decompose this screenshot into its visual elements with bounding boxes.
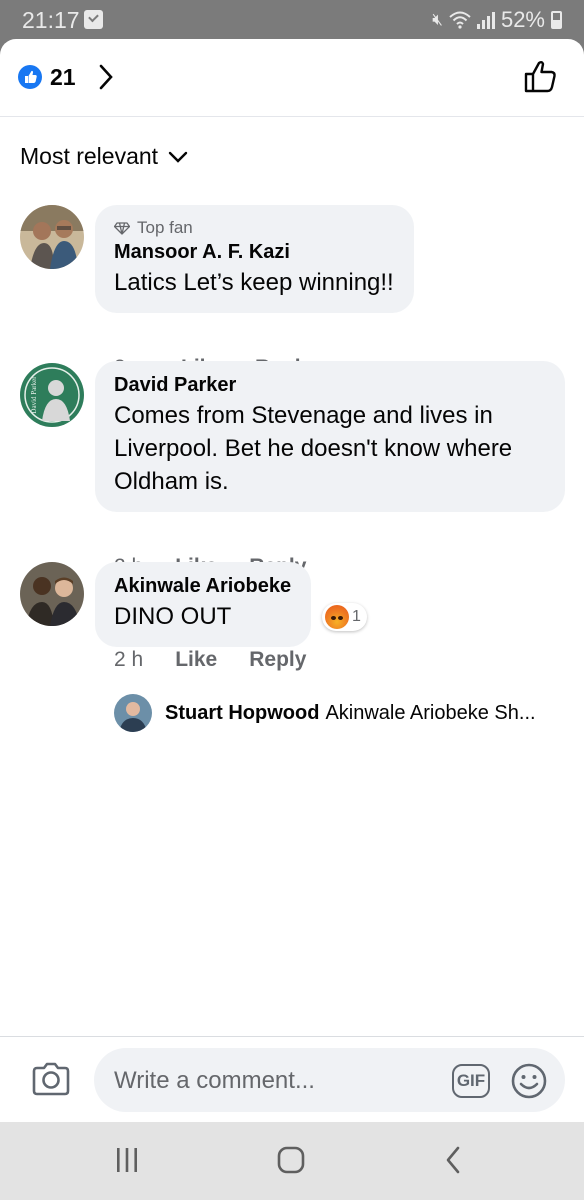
avatar[interactable] bbox=[20, 562, 84, 626]
recent-apps-icon[interactable] bbox=[114, 1145, 140, 1175]
top-fan-badge: Top fan bbox=[114, 218, 394, 238]
comment-actions: 2 h Like Reply bbox=[114, 648, 306, 672]
like-badge-icon[interactable] bbox=[18, 65, 42, 89]
reply-button[interactable]: Reply bbox=[249, 648, 306, 672]
reaction-count: 1 bbox=[352, 608, 361, 625]
sort-label: Most relevant bbox=[20, 143, 159, 169]
battery-percent: 52% bbox=[500, 7, 545, 32]
chevron-down-icon bbox=[168, 151, 188, 163]
comment-text-line: Liverpool. Bet he doesn't know where bbox=[114, 435, 513, 462]
comment-author[interactable]: David Parker bbox=[114, 374, 545, 397]
comment-text: DINO OUT bbox=[114, 603, 232, 630]
comment-author[interactable]: Mansoor A. F. Kazi bbox=[114, 241, 394, 264]
emoji-icon[interactable] bbox=[510, 1062, 548, 1100]
status-bar: 21:17 🔇︎ 52% bbox=[0, 0, 584, 40]
avatar[interactable]: David Parker bbox=[20, 363, 84, 427]
comment-text-line: Comes from Stevenage and lives in bbox=[114, 402, 493, 429]
diamond-icon bbox=[114, 221, 130, 235]
sheet-header: 21 bbox=[0, 39, 584, 117]
avatar-text: David Parker bbox=[30, 376, 38, 414]
comment-text-line: Oldham is. bbox=[114, 468, 229, 495]
reaction-summary[interactable]: 1 bbox=[322, 603, 367, 631]
status-time: 21:17 bbox=[22, 7, 80, 33]
comment-input[interactable]: Write a comment... GIF bbox=[94, 1048, 565, 1112]
signal-icon bbox=[476, 11, 495, 29]
reply-preview[interactable]: Stuart Hopwood Akinwale Ariobeke Sh... bbox=[114, 694, 536, 732]
badge-label: Top fan bbox=[137, 218, 193, 237]
avatar[interactable] bbox=[114, 694, 152, 732]
home-icon[interactable] bbox=[276, 1145, 306, 1175]
angry-reaction-icon bbox=[325, 605, 349, 629]
battery-icon bbox=[551, 11, 562, 29]
comments-sheet: 21 Most relevant Top fan Mansoor A. F. K… bbox=[0, 39, 584, 1122]
mute-icon: 🔇︎ bbox=[432, 10, 443, 29]
comment-composer: Write a comment... GIF bbox=[0, 1036, 584, 1122]
gif-button[interactable]: GIF bbox=[452, 1064, 490, 1098]
comment-time[interactable]: 2 h bbox=[114, 648, 143, 672]
comment-bubble[interactable]: David Parker Comes from Stevenage and li… bbox=[95, 361, 565, 512]
comment-bubble[interactable]: Akinwale Ariobeke DINO OUT bbox=[95, 562, 312, 647]
system-navigation-bar bbox=[0, 1122, 584, 1200]
chevron-right-icon[interactable] bbox=[99, 64, 113, 90]
thumbs-up-icon[interactable] bbox=[524, 59, 558, 93]
comment-text: Comes from Stevenage and lives in Liverp… bbox=[114, 399, 545, 498]
like-count[interactable]: 21 bbox=[50, 64, 76, 91]
reply-text: Akinwale Ariobeke Sh... bbox=[325, 701, 536, 724]
camera-icon[interactable] bbox=[31, 1061, 71, 1097]
wifi-icon bbox=[449, 11, 471, 29]
like-button[interactable]: Like bbox=[175, 648, 217, 672]
reply-author[interactable]: Stuart Hopwood bbox=[165, 702, 319, 724]
sort-dropdown[interactable]: Most relevant bbox=[20, 143, 188, 170]
comment-placeholder: Write a comment... bbox=[114, 1067, 315, 1094]
comment-author[interactable]: Akinwale Ariobeke bbox=[114, 575, 291, 598]
system-icons: 🔇︎ 52% bbox=[432, 7, 562, 33]
notification-check-icon bbox=[84, 10, 103, 29]
avatar[interactable] bbox=[20, 205, 84, 269]
back-icon[interactable] bbox=[443, 1145, 463, 1175]
comment-text: Latics Let’s keep winning!! bbox=[114, 269, 394, 296]
comment-bubble[interactable]: Top fan Mansoor A. F. Kazi Latics Let’s … bbox=[95, 205, 414, 313]
